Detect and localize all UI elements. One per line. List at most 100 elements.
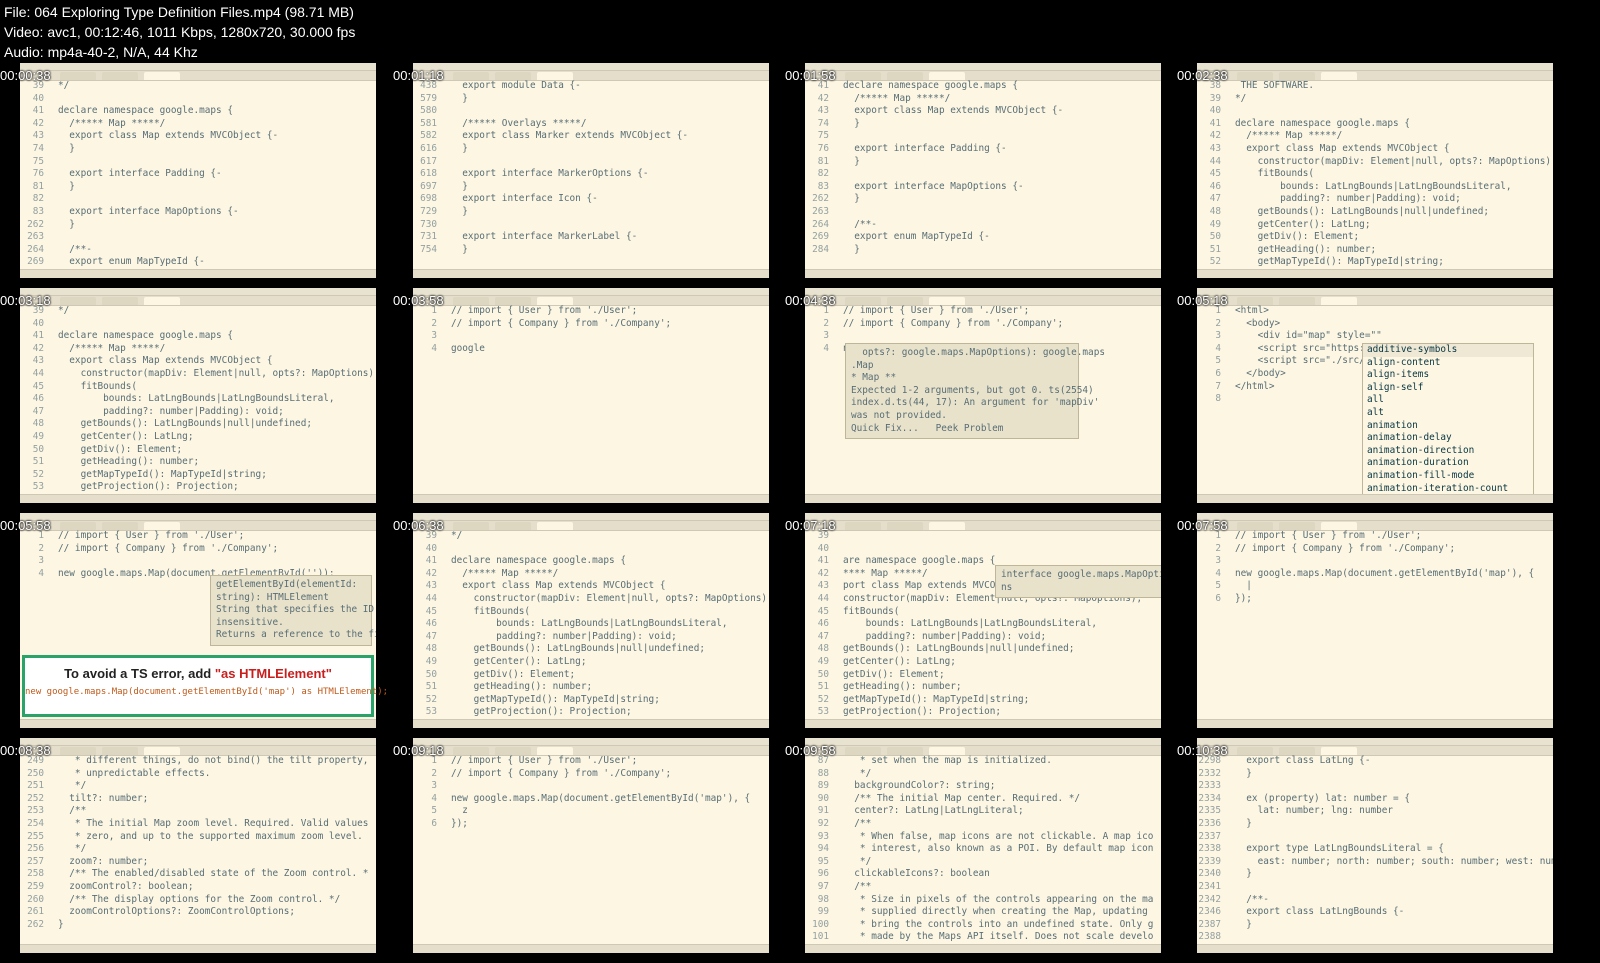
editor-tab[interactable] [1237, 72, 1273, 80]
code-editor[interactable]: 1// import { User } from './User'; 2 // im… [413, 305, 769, 495]
code-editor[interactable]: 39 */40 41 declare namespace google.maps {4… [20, 80, 376, 270]
editor-tab[interactable] [845, 72, 881, 80]
editor-tab[interactable] [929, 522, 965, 530]
autocomplete-item[interactable]: align-self [1363, 382, 1533, 395]
code-editor[interactable]: 39 40 41 are namespace google.maps {42 **** … [805, 530, 1161, 720]
editor-tab[interactable] [60, 522, 96, 530]
menu-bar[interactable] [413, 738, 769, 746]
editor-tab[interactable] [1321, 297, 1357, 305]
editor-tab[interactable] [144, 297, 180, 305]
editor-tab[interactable] [1237, 747, 1273, 755]
editor-tab[interactable] [1279, 72, 1315, 80]
line-number: 45 [817, 605, 829, 617]
menu-bar[interactable] [805, 288, 1161, 296]
menu-bar[interactable] [20, 513, 376, 521]
editor-tab[interactable] [60, 747, 96, 755]
editor-tab[interactable] [887, 522, 923, 530]
editor-tab[interactable] [453, 72, 489, 80]
frame-timestamp: 00:06:38 [393, 518, 444, 533]
menu-bar[interactable] [20, 63, 376, 71]
code-editor[interactable]: 38 THE SOFTWARE. 39 */ 40 41 declare namespac… [1197, 80, 1553, 270]
editor-tab[interactable] [60, 72, 96, 80]
autocomplete-item[interactable]: animation [1363, 420, 1533, 433]
menu-bar[interactable] [413, 63, 769, 71]
autocomplete-item[interactable]: additive-symbols [1363, 344, 1533, 357]
editor-tab[interactable] [1321, 522, 1357, 530]
menu-bar[interactable] [20, 288, 376, 296]
editor-tab[interactable] [102, 747, 138, 755]
editor-tab[interactable] [102, 522, 138, 530]
editor-tab[interactable] [887, 72, 923, 80]
menu-bar[interactable] [1197, 288, 1553, 296]
code-editor[interactable]: 1// import { User } from './User'; 2 // im… [413, 755, 769, 945]
editor-tab[interactable] [144, 522, 180, 530]
autocomplete-list[interactable]: additive-symbols align-content align-items… [1362, 343, 1534, 497]
line-text: declare namespace google.maps { [58, 105, 233, 117]
editor-tab[interactable] [929, 72, 965, 80]
editor-tab[interactable] [495, 747, 531, 755]
autocomplete-item[interactable]: align-content [1363, 357, 1533, 370]
code-editor[interactable]: 438 export module Data {- 579 } 580 581 /**… [413, 80, 769, 270]
editor-tab[interactable] [929, 297, 965, 305]
editor-tab[interactable] [845, 747, 881, 755]
code-editor[interactable]: 39 */40 41 declare namespace google.maps {4… [20, 305, 376, 495]
menu-bar[interactable] [413, 288, 769, 296]
editor-tab[interactable] [1321, 72, 1357, 80]
code-editor[interactable]: 39 */40 41 declare namespace google.maps {4… [413, 530, 769, 720]
autocomplete-item[interactable]: animation-delay [1363, 432, 1533, 445]
code-editor[interactable]: 1// import { User } from './User'; 2 // im… [1197, 530, 1553, 720]
autocomplete-item[interactable]: animation-direction [1363, 445, 1533, 458]
editor-tab[interactable] [537, 747, 573, 755]
line-text: * The initial Map zoom level. Required. … [58, 817, 369, 829]
autocomplete-item[interactable]: all [1363, 394, 1533, 407]
code-editor[interactable]: 87 * set when the map is initialized. 88 … [805, 755, 1161, 945]
editor-tab[interactable] [102, 72, 138, 80]
editor-tab[interactable] [453, 747, 489, 755]
editor-tab[interactable] [887, 747, 923, 755]
editor-tab[interactable] [144, 72, 180, 80]
editor-tab[interactable] [60, 297, 96, 305]
code-editor[interactable]: 249 * different things, do not bind() th… [20, 755, 376, 945]
autocomplete-item[interactable]: animation-fill-mode [1363, 470, 1533, 483]
editor-tab[interactable] [144, 747, 180, 755]
editor-tab[interactable] [495, 72, 531, 80]
editor-tab[interactable] [1237, 522, 1273, 530]
editor-tab[interactable] [845, 297, 881, 305]
menu-bar[interactable] [805, 513, 1161, 521]
editor-tab[interactable] [1279, 747, 1315, 755]
menu-bar[interactable] [1197, 513, 1553, 521]
line-number: 96 [817, 868, 829, 880]
editor-tab[interactable] [537, 297, 573, 305]
editor-tab[interactable] [845, 522, 881, 530]
code-editor[interactable]: 41 declare namespace google.maps {42 /***… [805, 80, 1161, 270]
line-text: */ [58, 780, 87, 792]
editor-tab[interactable] [453, 522, 489, 530]
menu-bar[interactable] [413, 513, 769, 521]
menu-bar[interactable] [1197, 63, 1553, 71]
line-text: getProjection(): Projection; [843, 706, 1002, 718]
line-text: */ [843, 855, 872, 867]
editor-tab[interactable] [1279, 522, 1315, 530]
editor-tab[interactable] [453, 297, 489, 305]
editor-tab[interactable] [537, 72, 573, 80]
editor-tab[interactable] [102, 297, 138, 305]
editor-tab[interactable] [1237, 297, 1273, 305]
menu-bar[interactable] [805, 63, 1161, 71]
line-number: 2332 [1198, 767, 1221, 779]
editor-tab[interactable] [537, 522, 573, 530]
editor-tab[interactable] [1279, 297, 1315, 305]
autocomplete-item[interactable]: alt [1363, 407, 1533, 420]
editor-tab[interactable] [929, 747, 965, 755]
menu-bar[interactable] [1197, 738, 1553, 746]
menu-bar[interactable] [20, 738, 376, 746]
autocomplete-item[interactable]: animation-duration [1363, 457, 1533, 470]
code-line: 40 [413, 543, 769, 556]
editor-tab[interactable] [495, 522, 531, 530]
menu-bar[interactable] [805, 738, 1161, 746]
editor-tab[interactable] [1321, 747, 1357, 755]
line-number: 7 [1215, 380, 1221, 392]
editor-tab[interactable] [495, 297, 531, 305]
autocomplete-item[interactable]: align-items [1363, 369, 1533, 382]
editor-tab[interactable] [887, 297, 923, 305]
code-editor[interactable]: 2298 export class LatLng {- 2332 } 2333 233… [1197, 755, 1553, 945]
